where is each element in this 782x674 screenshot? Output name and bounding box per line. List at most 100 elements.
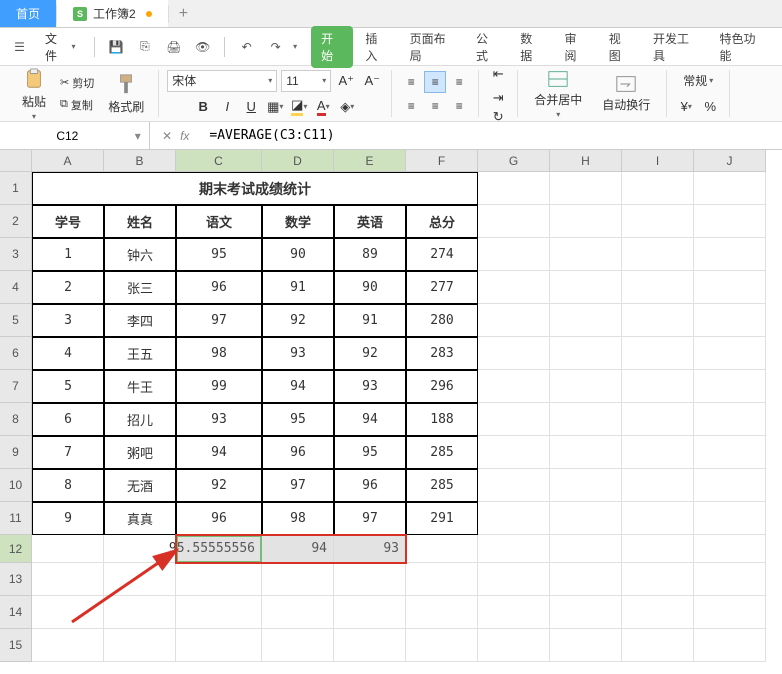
align-center-button[interactable]: ≡ bbox=[424, 95, 446, 117]
cell[interactable] bbox=[478, 304, 550, 337]
data-cell[interactable]: 97 bbox=[262, 469, 334, 502]
cell[interactable] bbox=[478, 172, 550, 205]
orientation-button[interactable]: ↻ bbox=[487, 109, 509, 125]
row-header[interactable]: 3 bbox=[0, 238, 32, 271]
cell[interactable] bbox=[334, 596, 406, 629]
data-cell[interactable]: 2 bbox=[32, 271, 104, 304]
data-cell[interactable]: 4 bbox=[32, 337, 104, 370]
increase-indent-button[interactable]: ⇥ bbox=[487, 87, 509, 109]
cell-grid[interactable]: 期末考试成绩统计学号姓名语文数学英语总分1钟六9590892742张三96919… bbox=[32, 172, 766, 662]
avg-cell[interactable]: 94 bbox=[262, 535, 334, 563]
data-cell[interactable]: 94 bbox=[262, 370, 334, 403]
data-cell[interactable]: 89 bbox=[334, 238, 406, 271]
col-header[interactable]: F bbox=[406, 150, 478, 172]
currency-button[interactable]: ¥▾ bbox=[675, 95, 697, 117]
col-header[interactable]: A bbox=[32, 150, 104, 172]
col-header[interactable]: H bbox=[550, 150, 622, 172]
data-cell[interactable]: 98 bbox=[176, 337, 262, 370]
data-cell[interactable]: 93 bbox=[334, 370, 406, 403]
menu-icon[interactable]: ☰ bbox=[8, 35, 31, 59]
row-header[interactable]: 10 bbox=[0, 469, 32, 502]
cell[interactable] bbox=[622, 502, 694, 535]
align-left-button[interactable]: ≡ bbox=[400, 95, 422, 117]
ribbon-tab-formula[interactable]: 公式 bbox=[466, 26, 508, 68]
data-cell[interactable]: 90 bbox=[262, 238, 334, 271]
cell[interactable] bbox=[550, 563, 622, 596]
cell[interactable] bbox=[478, 596, 550, 629]
cut-button[interactable]: ✂剪切 bbox=[56, 73, 98, 93]
ribbon-tab-insert[interactable]: 插入 bbox=[355, 26, 397, 68]
cell[interactable] bbox=[622, 596, 694, 629]
cell[interactable] bbox=[550, 436, 622, 469]
cell[interactable] bbox=[550, 238, 622, 271]
cell[interactable] bbox=[550, 172, 622, 205]
cell[interactable] bbox=[478, 563, 550, 596]
data-cell[interactable]: 280 bbox=[406, 304, 478, 337]
fx-icon[interactable]: fx bbox=[180, 129, 189, 143]
cell[interactable] bbox=[622, 271, 694, 304]
ribbon-tab-special[interactable]: 特色功能 bbox=[709, 26, 773, 68]
align-right-button[interactable]: ≡ bbox=[448, 95, 470, 117]
header-cell[interactable]: 总分 bbox=[406, 205, 478, 238]
cell[interactable] bbox=[550, 469, 622, 502]
cell[interactable] bbox=[550, 502, 622, 535]
data-cell[interactable]: 285 bbox=[406, 469, 478, 502]
data-cell[interactable]: 7 bbox=[32, 436, 104, 469]
cell[interactable] bbox=[104, 563, 176, 596]
print-icon[interactable]: 🖨 bbox=[162, 35, 185, 59]
data-cell[interactable]: 王五 bbox=[104, 337, 176, 370]
cell[interactable] bbox=[694, 563, 766, 596]
data-cell[interactable]: 291 bbox=[406, 502, 478, 535]
data-cell[interactable]: 牛王 bbox=[104, 370, 176, 403]
row-header[interactable]: 4 bbox=[0, 271, 32, 304]
align-bottom-button[interactable]: ≡ bbox=[448, 71, 470, 93]
cell[interactable] bbox=[406, 535, 478, 563]
data-cell[interactable]: 招儿 bbox=[104, 403, 176, 436]
data-cell[interactable]: 粥吧 bbox=[104, 436, 176, 469]
row-header[interactable]: 6 bbox=[0, 337, 32, 370]
formula-input[interactable] bbox=[201, 128, 782, 143]
cell[interactable] bbox=[694, 502, 766, 535]
ribbon-tab-layout[interactable]: 页面布局 bbox=[400, 26, 464, 68]
data-cell[interactable]: 93 bbox=[262, 337, 334, 370]
cell[interactable] bbox=[550, 403, 622, 436]
data-cell[interactable]: 9 bbox=[32, 502, 104, 535]
data-cell[interactable]: 91 bbox=[262, 271, 334, 304]
data-cell[interactable]: 97 bbox=[334, 502, 406, 535]
cell[interactable] bbox=[478, 502, 550, 535]
cell[interactable] bbox=[694, 304, 766, 337]
shrink-font-button[interactable]: A⁻ bbox=[361, 70, 383, 92]
data-cell[interactable]: 95 bbox=[176, 238, 262, 271]
ribbon-tab-view[interactable]: 视图 bbox=[599, 26, 641, 68]
bold-button[interactable]: B bbox=[192, 96, 214, 118]
cell[interactable] bbox=[550, 596, 622, 629]
data-cell[interactable]: 96 bbox=[262, 436, 334, 469]
data-cell[interactable]: 285 bbox=[406, 436, 478, 469]
cell[interactable] bbox=[550, 337, 622, 370]
font-color-button[interactable]: A▾ bbox=[312, 96, 334, 118]
paste-button[interactable]: 粘贴▾ bbox=[16, 65, 52, 123]
name-box[interactable]: ▾ bbox=[0, 122, 150, 149]
data-cell[interactable]: 96 bbox=[334, 469, 406, 502]
cell[interactable] bbox=[694, 172, 766, 205]
col-header[interactable]: C bbox=[176, 150, 262, 172]
effects-button[interactable]: ◈▾ bbox=[336, 96, 358, 118]
data-cell[interactable]: 91 bbox=[334, 304, 406, 337]
data-cell[interactable]: 283 bbox=[406, 337, 478, 370]
cell[interactable] bbox=[478, 271, 550, 304]
data-cell[interactable]: 93 bbox=[176, 403, 262, 436]
cell[interactable] bbox=[694, 337, 766, 370]
avg-cell[interactable]: 93 bbox=[334, 535, 406, 563]
col-header[interactable]: E bbox=[334, 150, 406, 172]
fill-color-button[interactable]: ◪▾ bbox=[288, 96, 310, 118]
data-cell[interactable]: 95 bbox=[262, 403, 334, 436]
data-cell[interactable]: 8 bbox=[32, 469, 104, 502]
cell[interactable] bbox=[334, 629, 406, 662]
caret-down-icon[interactable]: ▾ bbox=[293, 42, 297, 51]
data-cell[interactable]: 5 bbox=[32, 370, 104, 403]
cell[interactable] bbox=[694, 436, 766, 469]
file-menu[interactable]: 文件▾ bbox=[37, 30, 84, 64]
tab-add-button[interactable]: + bbox=[169, 5, 198, 23]
cell[interactable] bbox=[622, 403, 694, 436]
title-cell[interactable]: 期末考试成绩统计 bbox=[32, 172, 478, 205]
